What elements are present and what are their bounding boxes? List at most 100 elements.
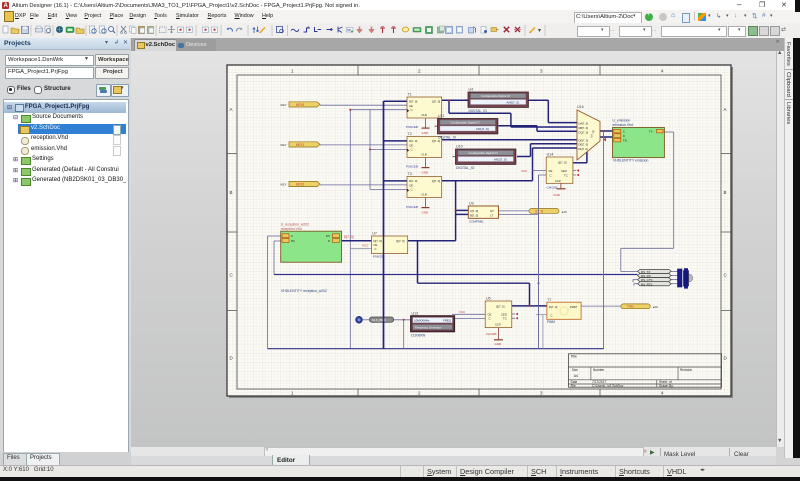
- svg-text:KEY: KEY: [281, 143, 287, 147]
- svg-text:Number: Number: [593, 368, 605, 372]
- svg-text:RX: RX: [291, 239, 295, 243]
- svg-text:C: C: [291, 234, 293, 238]
- svg-text:CHCEB: CHCEB: [486, 332, 497, 336]
- svg-text:Configurable Digital IO: Configurable Digital IO: [481, 94, 511, 98]
- svg-text:U16: U16: [577, 105, 584, 109]
- svg-text:AN0[7..0]: AN0[7..0]: [506, 100, 519, 104]
- svg-text:COMPM8L: COMPM8L: [469, 219, 484, 223]
- svg-text:Q[7..0]: Q[7..0]: [432, 179, 441, 183]
- svg-text:VCC: VCC: [459, 310, 466, 314]
- svg-text:TD: TD: [623, 138, 627, 142]
- svg-text:D: D: [623, 134, 625, 138]
- svg-text:KEY1: KEY1: [296, 143, 304, 147]
- svg-text:AN2[7..0]: AN2[7..0]: [494, 157, 507, 161]
- svg-text:CLR: CLR: [421, 153, 427, 157]
- svg-text:U4: U4: [469, 88, 474, 92]
- svg-text:PS6CEB: PS6CEB: [406, 165, 418, 169]
- svg-text:VHDLENTITY reception_w202: VHDLENTITY reception_w202: [281, 289, 327, 293]
- svg-text:DIGITAL_IV: DIGITAL_IV: [438, 136, 457, 140]
- svg-text:DS: DS: [326, 234, 330, 238]
- svg-text:GT_8: GT_8: [535, 209, 543, 213]
- svg-text:B[7..0]: B[7..0]: [470, 213, 478, 217]
- svg-text:KEY2: KEY2: [296, 182, 304, 186]
- svg-text:Configurable Digital IO: Configurable Digital IO: [451, 121, 481, 125]
- svg-text:◄J#: ◄J#: [561, 210, 567, 214]
- svg-text:CEO: CEO: [561, 169, 568, 173]
- svg-text:TC: TC: [564, 173, 568, 177]
- svg-text:U9: U9: [469, 202, 474, 206]
- svg-text:C: C: [375, 247, 377, 251]
- svg-text:T1: T1: [408, 93, 412, 97]
- svg-text:C: C: [411, 188, 413, 192]
- svg-text:GND: GND: [422, 131, 430, 135]
- svg-text:Frequency Generator: Frequency Generator: [415, 325, 442, 329]
- svg-text:reception.Vhd: reception.Vhd: [281, 227, 302, 231]
- svg-text:PS6CEB: PS6CEB: [406, 125, 418, 129]
- svg-text:C: C: [550, 173, 552, 177]
- svg-text:B: B: [724, 190, 727, 195]
- svg-text:LT: LT: [490, 213, 493, 217]
- svg-text:TXD: TXD: [627, 305, 634, 309]
- svg-text:FREQ: FREQ: [443, 319, 452, 323]
- svg-text:VHDLENTITY emission: VHDLENTITY emission: [613, 159, 648, 163]
- svg-text:U13: U13: [412, 311, 419, 315]
- svg-text:B: B: [230, 190, 233, 195]
- svg-text:U5: U5: [486, 297, 491, 301]
- svg-text:D[7..0]: D[7..0]: [344, 235, 354, 239]
- svg-text:U10: U10: [456, 145, 463, 149]
- svg-text:U11: U11: [438, 114, 444, 118]
- svg-text:GT: GT: [490, 209, 494, 213]
- svg-text:U_emission: U_emission: [613, 119, 631, 123]
- svg-text:Size: Size: [572, 368, 578, 372]
- svg-text:TC: TC: [503, 317, 507, 321]
- svg-text:D[7..0]: D[7..0]: [549, 305, 557, 309]
- svg-text:PWM: PWM: [547, 320, 555, 324]
- svg-text:VCC: VCC: [362, 244, 369, 248]
- svg-text:PS6CEB: PS6CEB: [406, 205, 418, 209]
- svg-text:RS_RTS: RS_RTS: [641, 282, 652, 286]
- svg-text:DF[7..0]: DF[7..0]: [579, 147, 589, 151]
- svg-text:C: C: [411, 108, 413, 112]
- svg-text:A: A: [230, 107, 233, 112]
- svg-text:T2: T2: [408, 132, 412, 136]
- svg-text:CLR: CLR: [421, 193, 427, 197]
- svg-text:DB[7..0]: DB[7..0]: [579, 126, 589, 130]
- svg-text:CLKMXN: CLKMXN: [411, 334, 426, 338]
- svg-text:DIGITAL_IO: DIGITAL_IO: [469, 109, 488, 113]
- svg-text:U14: U14: [547, 153, 554, 157]
- svg-text:Q[7..0]: Q[7..0]: [432, 100, 441, 104]
- svg-text:GND: GND: [553, 193, 561, 197]
- svg-text:Q[7..0]: Q[7..0]: [558, 161, 567, 165]
- svg-text:10MXXMHz: 10MXXMHz: [414, 319, 430, 323]
- svg-text:▾: ▾: [538, 28, 541, 34]
- svg-text:CLR: CLR: [421, 113, 427, 117]
- svg-text:KEY0: KEY0: [296, 103, 304, 107]
- svg-text:PWM: PWM: [570, 305, 578, 309]
- svg-text:DA[7..0]: DA[7..0]: [579, 122, 589, 126]
- svg-text:CLR: CLR: [555, 179, 561, 183]
- svg-text:Q[7..0]: Q[7..0]: [496, 305, 505, 309]
- svg-text:GND: GND: [422, 210, 430, 214]
- svg-text:C: C: [411, 148, 413, 152]
- svg-text:TX: TX: [649, 129, 653, 133]
- svg-text:C:\Users\..\v2.SchDoc: C:\Users\..\v2.SchDoc: [592, 384, 624, 388]
- svg-text:D: D: [328, 239, 330, 243]
- svg-text:C: C: [489, 317, 491, 321]
- svg-text:U7: U7: [372, 232, 377, 236]
- svg-text:A[7..0]: A[7..0]: [470, 209, 478, 213]
- svg-text:Title: Title: [571, 355, 577, 359]
- svg-text:GND: GND: [422, 170, 430, 174]
- svg-text:◄J#: ◄J#: [652, 305, 658, 309]
- svg-text:DD[7..0]: DD[7..0]: [579, 138, 589, 142]
- svg-text:KEY: KEY: [281, 103, 287, 107]
- svg-text:CMCEB: CMCEB: [547, 185, 558, 189]
- svg-text:KEY: KEY: [281, 182, 287, 186]
- svg-text:GND: GND: [495, 342, 503, 346]
- svg-text:CLR: CLR: [495, 323, 501, 327]
- svg-text:C: C: [623, 129, 625, 133]
- svg-text:Q[7..0]: Q[7..0]: [396, 239, 405, 243]
- svg-text:Drawn By:: Drawn By:: [659, 384, 674, 388]
- svg-text:T7: T7: [547, 298, 551, 302]
- svg-text:VCC: VCC: [521, 169, 528, 173]
- svg-text:Revision: Revision: [680, 368, 692, 372]
